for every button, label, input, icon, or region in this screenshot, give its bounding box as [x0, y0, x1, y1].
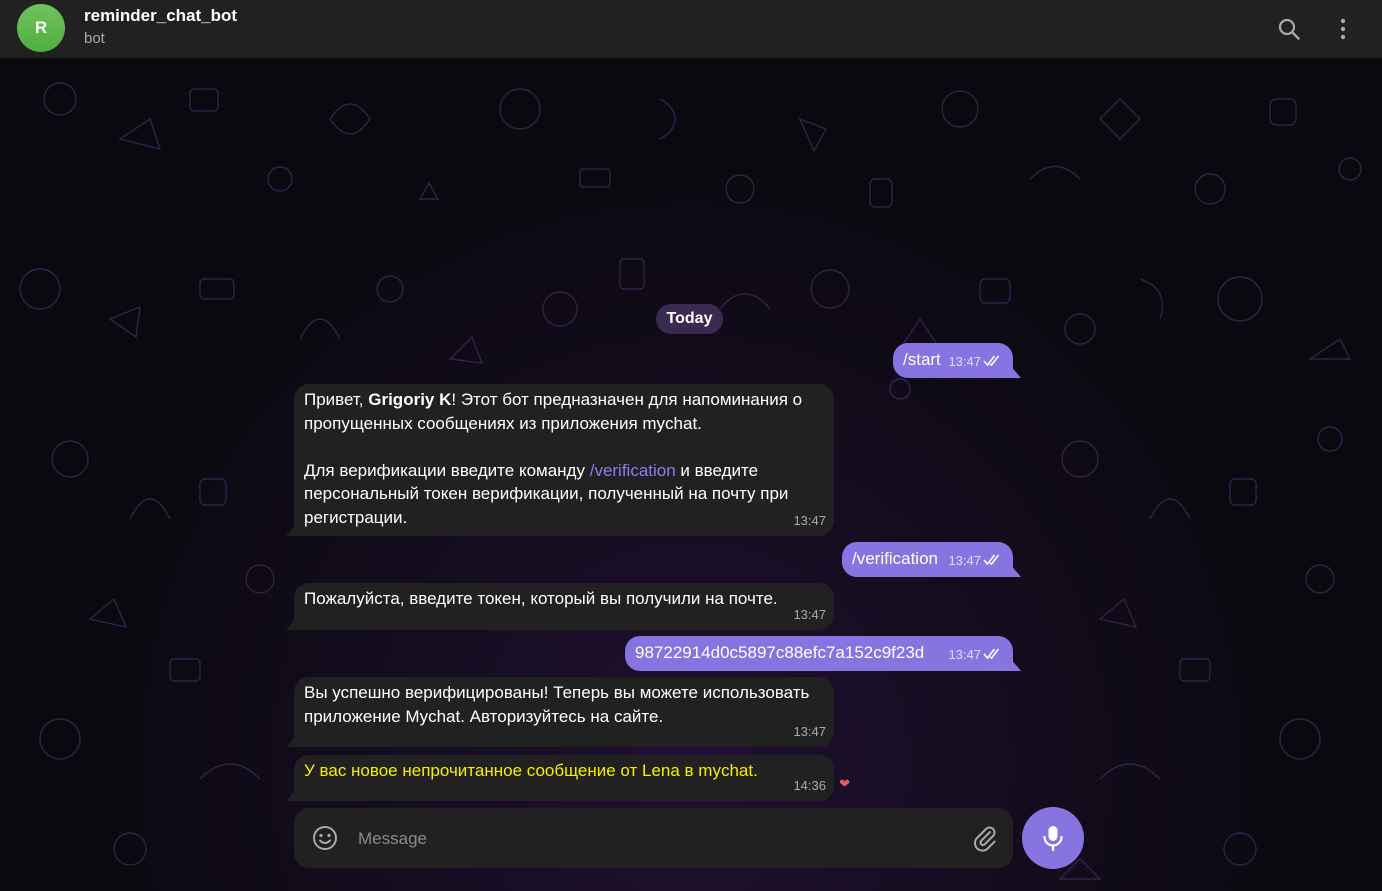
- message-outgoing[interactable]: /start 13:47: [893, 343, 1013, 378]
- user-name: Grigoriy K: [368, 390, 452, 409]
- message-text: /verification: [852, 549, 938, 568]
- double-check-icon: [983, 355, 1000, 367]
- message-text: 98722914d0c5897c88efc7a152c9f23d: [635, 643, 925, 662]
- message-text: Пожалуйста, введите токен, который вы по…: [304, 589, 778, 608]
- date-separator: Today: [656, 304, 723, 334]
- search-icon[interactable]: [1274, 14, 1304, 44]
- microphone-button[interactable]: [1022, 807, 1084, 869]
- chat-header[interactable]: R reminder_chat_bot bot: [0, 0, 1382, 59]
- message-incoming[interactable]: Привет, Grigoriy K! Этот бот предназначе…: [294, 384, 834, 536]
- message-input[interactable]: [356, 826, 940, 852]
- bot-command-link[interactable]: /verification: [590, 461, 676, 480]
- message-meta: 13:47: [948, 549, 1001, 573]
- message-incoming[interactable]: Вы успешно верифицированы! Теперь вы мож…: [294, 677, 834, 747]
- double-check-icon: [983, 554, 1000, 566]
- chat-title[interactable]: reminder_chat_bot: [84, 6, 237, 26]
- message-composer: [294, 808, 1013, 868]
- message-outgoing[interactable]: 98722914d0c5897c88efc7a152c9f23d 13:47: [625, 636, 1013, 671]
- reaction-heart[interactable]: ❤: [839, 772, 850, 796]
- message-time: 13:47: [948, 552, 981, 568]
- message-incoming[interactable]: Пожалуйста, введите токен, который вы по…: [294, 583, 834, 630]
- message-text: /start: [903, 350, 941, 369]
- text-span: Привет,: [304, 390, 369, 409]
- avatar-letter: R: [34, 18, 48, 37]
- paperclip-icon[interactable]: [971, 824, 999, 852]
- more-vertical-icon[interactable]: [1328, 14, 1358, 44]
- message-time: 13:47: [793, 512, 826, 528]
- microphone-icon: [1043, 826, 1063, 852]
- text-span: Для верификации введите команду: [304, 460, 590, 480]
- message-text: У вас новое непрочитанное сообщение от L…: [304, 761, 758, 780]
- message-paragraph: Для верификации введите команду /verific…: [304, 459, 824, 530]
- smile-icon[interactable]: [311, 824, 339, 852]
- message-time: 13:47: [948, 353, 981, 369]
- message-paragraph: Привет, Grigoriy K! Этот бот предназначе…: [304, 388, 824, 435]
- message-time: 13:47: [793, 723, 826, 739]
- message-time: 13:47: [948, 646, 981, 662]
- message-meta: 13:47: [948, 643, 1001, 667]
- double-check-icon: [983, 648, 1000, 660]
- message-meta: 13:47: [948, 350, 1001, 374]
- chat-status: bot: [84, 30, 105, 47]
- message-incoming[interactable]: У вас новое непрочитанное сообщение от L…: [294, 755, 850, 801]
- message-text: Вы успешно верифицированы! Теперь вы мож…: [304, 683, 810, 726]
- message-time: 13:47: [793, 606, 826, 622]
- message-time: 14:36: [793, 777, 826, 793]
- avatar[interactable]: R: [17, 4, 65, 52]
- message-outgoing[interactable]: /verification 13:47: [842, 542, 1013, 577]
